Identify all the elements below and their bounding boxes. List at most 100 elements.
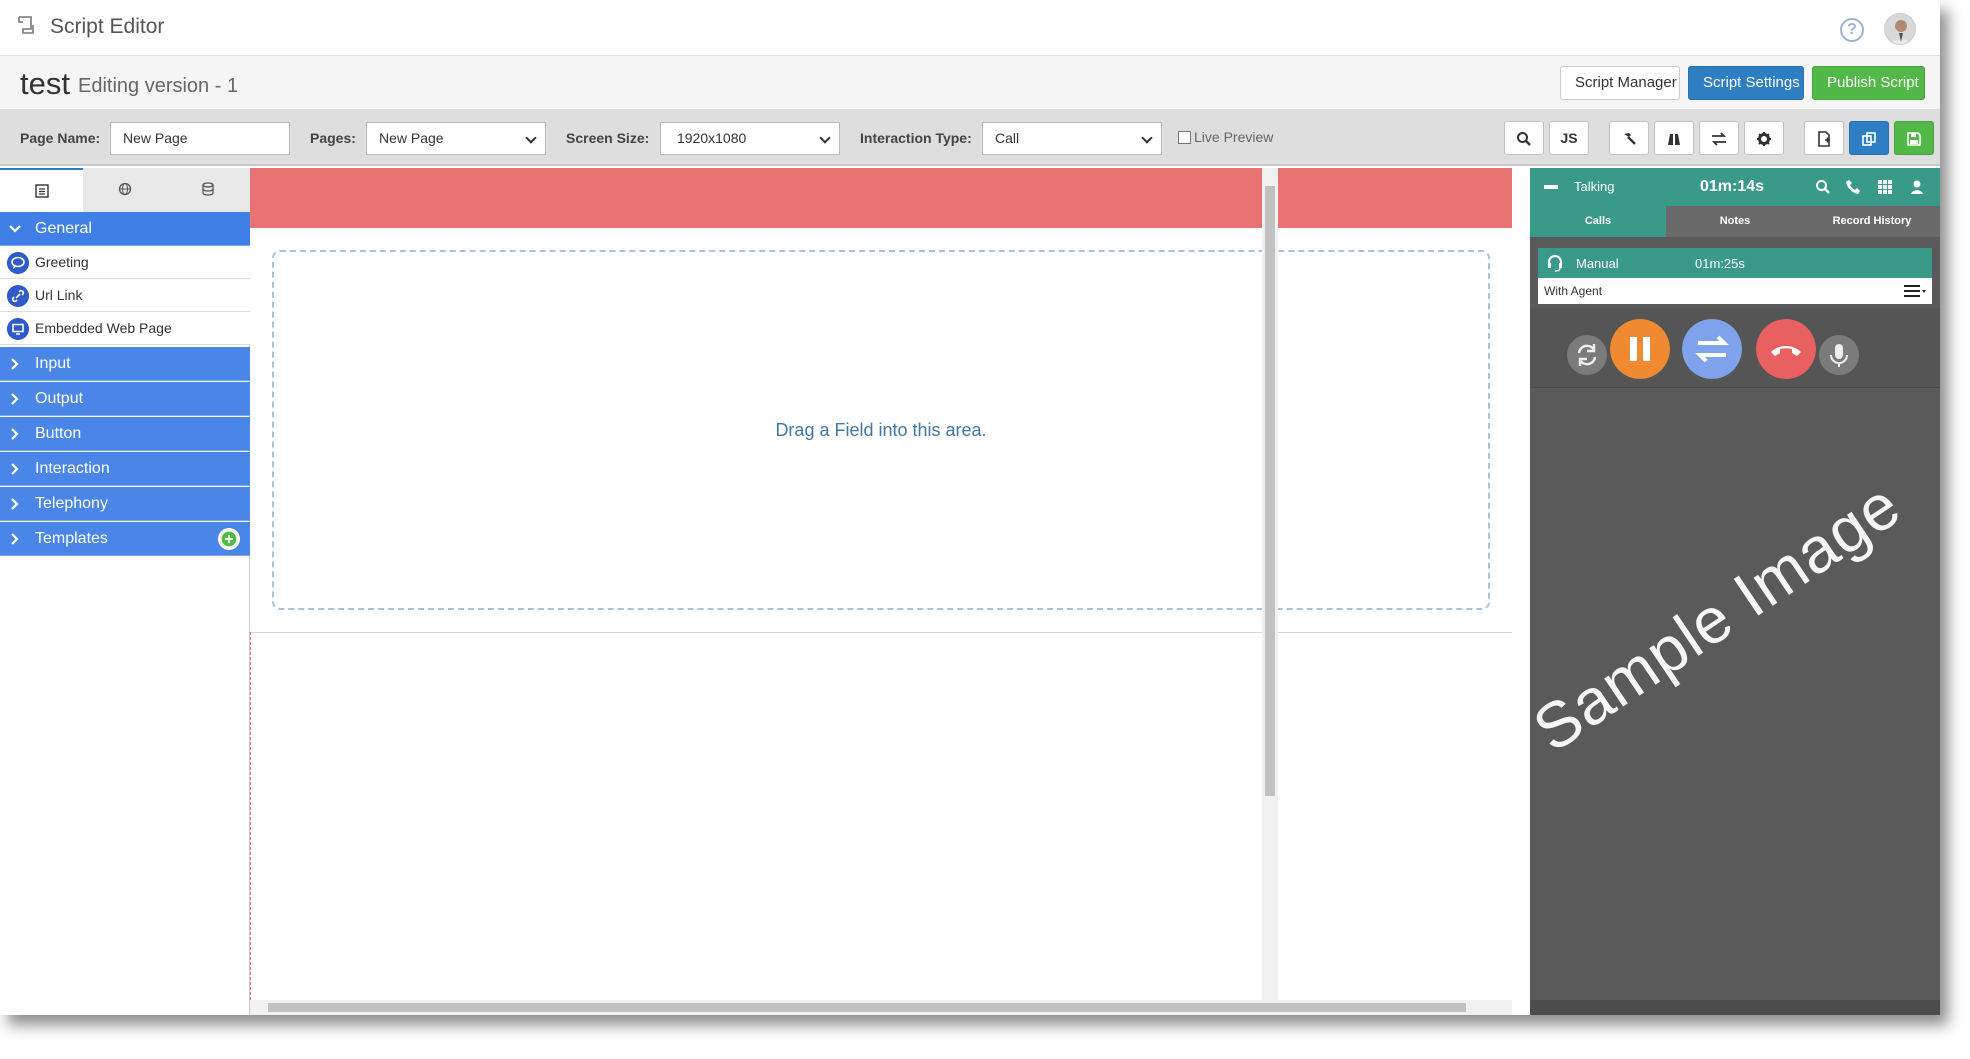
canvas-horizontal-scroll-thumb[interactable]: [268, 1003, 1466, 1012]
active-call-card[interactable]: Manual 01m:25s: [1538, 248, 1932, 278]
chevron-right-icon: [11, 358, 19, 370]
list-icon: [34, 184, 49, 198]
canvas-vertical-scrollbar[interactable]: [1262, 168, 1278, 1003]
category-general-label: General: [35, 220, 92, 237]
hold-icon[interactable]: [1610, 319, 1670, 379]
minimize-icon[interactable]: [1544, 185, 1558, 189]
field-library-tabs: [0, 168, 250, 212]
softphone-footer: [1530, 1000, 1940, 1015]
user-avatar[interactable]: [1884, 13, 1916, 45]
category-label: Button: [35, 425, 82, 442]
field-item-greeting[interactable]: Greeting: [0, 246, 250, 279]
screen-size-label: Screen Size:: [566, 130, 650, 146]
tab-notes[interactable]: Notes: [1667, 206, 1803, 237]
chevron-right-icon: [11, 498, 19, 510]
app-window: Script Editor ? test Editing version - 1…: [0, 0, 1940, 1015]
category-telephony[interactable]: Telephony: [0, 487, 250, 521]
call-mode-timer: 01m:25s: [1695, 256, 1745, 271]
field-item-embedded-web-page[interactable]: Embedded Web Page: [0, 312, 250, 345]
chevron-right-icon: [11, 533, 19, 545]
live-preview-toggle[interactable]: Live Preview: [1178, 129, 1273, 145]
script-settings-button[interactable]: Script Settings: [1688, 66, 1804, 100]
category-label: Templates: [35, 530, 108, 547]
binoculars-icon: [1668, 134, 1680, 146]
search-icon[interactable]: [1814, 178, 1832, 196]
search-button[interactable]: [1504, 121, 1544, 155]
gear-icon: [1757, 132, 1771, 147]
add-template-icon[interactable]: [218, 528, 240, 550]
contact-icon[interactable]: [1908, 178, 1926, 196]
script-version: Editing version - 1: [78, 75, 239, 97]
microphone-icon[interactable]: [1818, 334, 1860, 376]
hammer-button[interactable]: [1609, 121, 1649, 155]
category-output[interactable]: Output: [0, 382, 250, 416]
call-controls: [1530, 308, 1940, 388]
pages-label: Pages:: [310, 130, 356, 146]
binoculars-button[interactable]: [1654, 121, 1694, 155]
tab-record-history[interactable]: Record History: [1804, 206, 1940, 237]
chevron-right-icon: [11, 463, 19, 475]
category-label: Output: [35, 390, 84, 407]
search-icon: [1517, 132, 1531, 147]
field-item-label: Greeting: [35, 254, 89, 270]
menu-icon[interactable]: [1904, 284, 1926, 298]
transfer-icon[interactable]: [1682, 319, 1742, 379]
database-icon: [201, 182, 214, 196]
field-item-label: Url Link: [35, 287, 83, 303]
headset-icon: [1548, 255, 1562, 272]
copy-icon: [1862, 132, 1876, 147]
field-item-label: Embedded Web Page: [35, 320, 172, 336]
pages-select[interactable]: New Page: [366, 122, 546, 155]
editor-toolbar: Page Name: New Page Pages: New Page Scre…: [0, 110, 1940, 166]
settings-button[interactable]: [1744, 121, 1784, 155]
chevron-right-icon: [11, 428, 19, 440]
category-general[interactable]: General: [0, 212, 250, 246]
script-name: test: [20, 66, 70, 101]
chevron-down-icon: [9, 225, 21, 233]
page-name-input[interactable]: New Page: [110, 122, 290, 155]
publish-script-button[interactable]: Publish Script: [1812, 66, 1925, 100]
tab-data[interactable]: [166, 168, 249, 212]
category-interaction[interactable]: Interaction: [0, 452, 250, 486]
app-title: Script Editor: [50, 15, 165, 38]
js-button[interactable]: JS: [1549, 121, 1589, 155]
tab-web[interactable]: [83, 168, 166, 212]
monitor-icon: [7, 318, 29, 340]
drop-zone-text: Drag a Field into this area.: [775, 420, 987, 440]
help-icon[interactable]: ?: [1840, 18, 1864, 42]
dialpad-icon[interactable]: [1876, 178, 1894, 196]
page-header-band: [250, 168, 1512, 228]
refresh-icon[interactable]: [1566, 334, 1608, 376]
tab-fields[interactable]: [0, 168, 83, 212]
category-label: Input: [35, 355, 71, 372]
field-item-url-link[interactable]: Url Link: [0, 279, 250, 312]
category-button[interactable]: Button: [0, 417, 250, 451]
canvas-vertical-scroll-thumb[interactable]: [1265, 186, 1275, 796]
call-state-select[interactable]: With Agent: [1538, 278, 1932, 304]
live-preview-checkbox[interactable]: [1178, 131, 1191, 144]
copy-button[interactable]: [1849, 121, 1889, 155]
phone-icon[interactable]: [1845, 178, 1863, 196]
document-icon: [1818, 131, 1830, 148]
category-label: Interaction: [35, 460, 110, 477]
transfer-button[interactable]: [1699, 121, 1739, 155]
interaction-type-select[interactable]: Call: [982, 122, 1162, 155]
user-avatar-icon: [1890, 20, 1912, 44]
save-button[interactable]: [1894, 121, 1934, 155]
screen-size-guide: [250, 632, 251, 1015]
tab-calls[interactable]: Calls: [1530, 206, 1666, 237]
new-page-button[interactable]: [1804, 121, 1844, 155]
category-input[interactable]: Input: [0, 347, 250, 381]
field-library-panel: General Greeting Url Link Embedded Web P…: [0, 168, 250, 1015]
hammer-icon: [1624, 133, 1636, 146]
link-icon: [7, 285, 29, 307]
script-editor-icon: [18, 16, 34, 34]
script-manager-button[interactable]: Script Manager: [1560, 66, 1680, 100]
field-drop-zone[interactable]: Drag a Field into this area.: [272, 250, 1490, 610]
screen-size-select[interactable]: 1920x1080: [660, 122, 840, 155]
hangup-icon[interactable]: [1756, 319, 1816, 379]
page-name-label: Page Name:: [20, 130, 101, 146]
category-templates[interactable]: Templates: [0, 522, 250, 556]
script-header: test Editing version - 1 Script Manager …: [0, 56, 1940, 110]
canvas-horizontal-scrollbar[interactable]: [250, 1000, 1512, 1015]
